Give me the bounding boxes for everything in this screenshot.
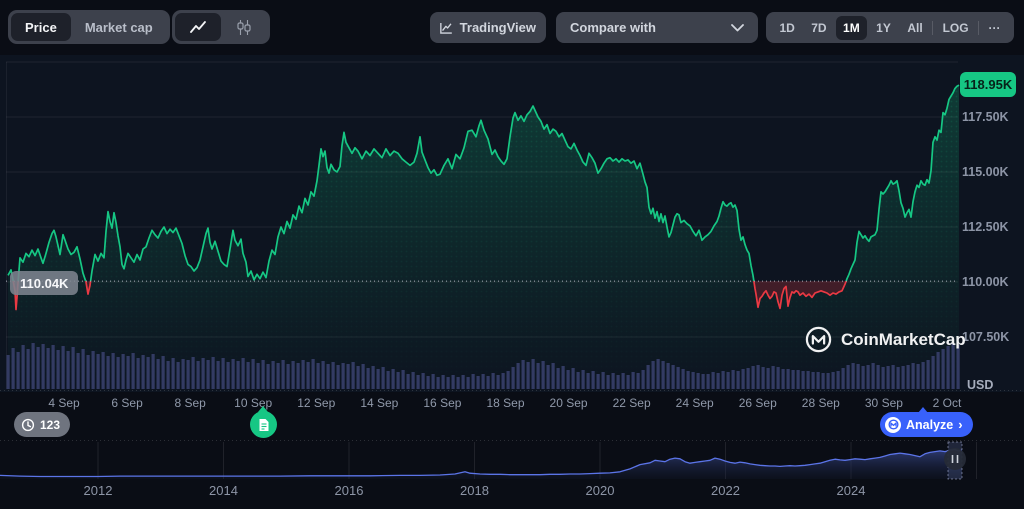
x-tick-label: 18 Sep bbox=[486, 396, 525, 410]
range-button-1m[interactable]: 1M bbox=[836, 15, 867, 40]
candlestick-icon bbox=[237, 19, 251, 35]
watermark-label: CoinMarketCap bbox=[841, 329, 966, 349]
x-tick-label: 4 Sep bbox=[48, 396, 80, 410]
history-clock-icon bbox=[21, 418, 35, 431]
analyze-button[interactable]: Analyze › bbox=[880, 407, 973, 437]
cmc-watermark-logo-icon bbox=[805, 326, 832, 353]
line-chart-button[interactable] bbox=[175, 13, 221, 41]
year-tick-label: 2016 bbox=[334, 483, 364, 498]
price-tab[interactable]: Price bbox=[11, 13, 71, 41]
price-tab-label: Price bbox=[25, 19, 57, 35]
x-tick-label: 8 Sep bbox=[174, 396, 206, 410]
x-tick-label: 28 Sep bbox=[801, 396, 840, 410]
document-icon bbox=[259, 418, 268, 431]
range-button-log[interactable]: LOG bbox=[936, 16, 976, 40]
news-marker-badge[interactable] bbox=[250, 406, 277, 438]
history-count-badge[interactable]: 123 bbox=[14, 412, 71, 437]
current-price-badge: 118.95K bbox=[960, 72, 1016, 97]
x-tick-label: 20 Sep bbox=[549, 396, 588, 410]
analyze-label: Analyze bbox=[906, 417, 954, 432]
range-button-1d[interactable]: 1D bbox=[772, 16, 801, 40]
range-button-···[interactable]: ··· bbox=[981, 16, 1007, 40]
tradingview-button[interactable]: TradingView bbox=[430, 12, 546, 43]
y-tick-label: 115.00K bbox=[962, 165, 1009, 179]
mini-chart-line bbox=[0, 448, 963, 478]
x-tick-label: 30 Sep bbox=[864, 396, 903, 410]
chevron-down-icon bbox=[731, 23, 744, 31]
cmc-logo-glyph bbox=[887, 419, 899, 430]
candle-chart-button[interactable] bbox=[221, 13, 267, 41]
x-tick-label: 24 Sep bbox=[675, 396, 714, 410]
range-button-all[interactable]: All bbox=[900, 16, 929, 40]
y-tick-label: 107.50K bbox=[962, 330, 1010, 344]
x-tick-label: 26 Sep bbox=[738, 396, 777, 410]
baseline-price-label: 110.04K bbox=[10, 271, 79, 295]
range-separator bbox=[978, 20, 980, 35]
history-mini-chart[interactable] bbox=[0, 441, 977, 480]
year-tick-label: 2020 bbox=[585, 483, 615, 498]
price-marketcap-toggle: Price Market cap bbox=[8, 10, 170, 44]
range-selector: 1D 7D 1M 1Y All LOG ··· bbox=[766, 12, 1014, 43]
chart-type-toggle bbox=[172, 10, 270, 44]
year-tick-label: 2022 bbox=[711, 483, 740, 498]
year-tick-label: 2024 bbox=[836, 483, 866, 498]
x-tick-label: 16 Sep bbox=[423, 396, 462, 410]
year-tick-label: 2014 bbox=[209, 483, 238, 498]
history-count-label: 123 bbox=[40, 417, 61, 432]
x-tick-label: 2 Oct bbox=[932, 396, 962, 410]
x-tick-label: 14 Sep bbox=[360, 396, 399, 410]
range-separator bbox=[932, 20, 934, 35]
coinmarketcap-watermark: CoinMarketCap bbox=[805, 326, 966, 353]
cmc-logo-icon bbox=[885, 416, 901, 433]
x-tick-label: 6 Sep bbox=[111, 396, 143, 410]
analyze-chevron-icon: › bbox=[958, 417, 963, 432]
price-chart-page: Price Market cap TradingView Compare wit… bbox=[0, 0, 1024, 509]
tradingview-label: TradingView bbox=[459, 20, 536, 35]
year-tick-label: 2012 bbox=[83, 483, 113, 498]
compare-with-dropdown[interactable]: Compare with bbox=[556, 12, 758, 43]
market-cap-tab[interactable]: Market cap bbox=[71, 13, 167, 41]
y-tick-label: 112.50K bbox=[962, 220, 1009, 234]
year-tick-label: 2018 bbox=[460, 483, 489, 498]
selection-handle[interactable] bbox=[944, 448, 966, 470]
currency-label: USD bbox=[967, 378, 994, 392]
y-tick-label: 110.00K bbox=[962, 275, 1009, 289]
x-tick-label: 12 Sep bbox=[297, 396, 336, 410]
compare-with-label: Compare with bbox=[570, 20, 656, 35]
line-chart-icon bbox=[189, 20, 206, 33]
range-button-1y[interactable]: 1Y bbox=[869, 16, 898, 40]
x-tick-label: 22 Sep bbox=[612, 396, 651, 410]
range-button-7d[interactable]: 7D bbox=[804, 16, 833, 40]
tradingview-icon bbox=[440, 22, 452, 34]
y-tick-label: 117.50K bbox=[962, 110, 1009, 124]
mini-chart-selection[interactable] bbox=[947, 441, 963, 480]
market-cap-tab-label: Market cap bbox=[84, 19, 153, 35]
